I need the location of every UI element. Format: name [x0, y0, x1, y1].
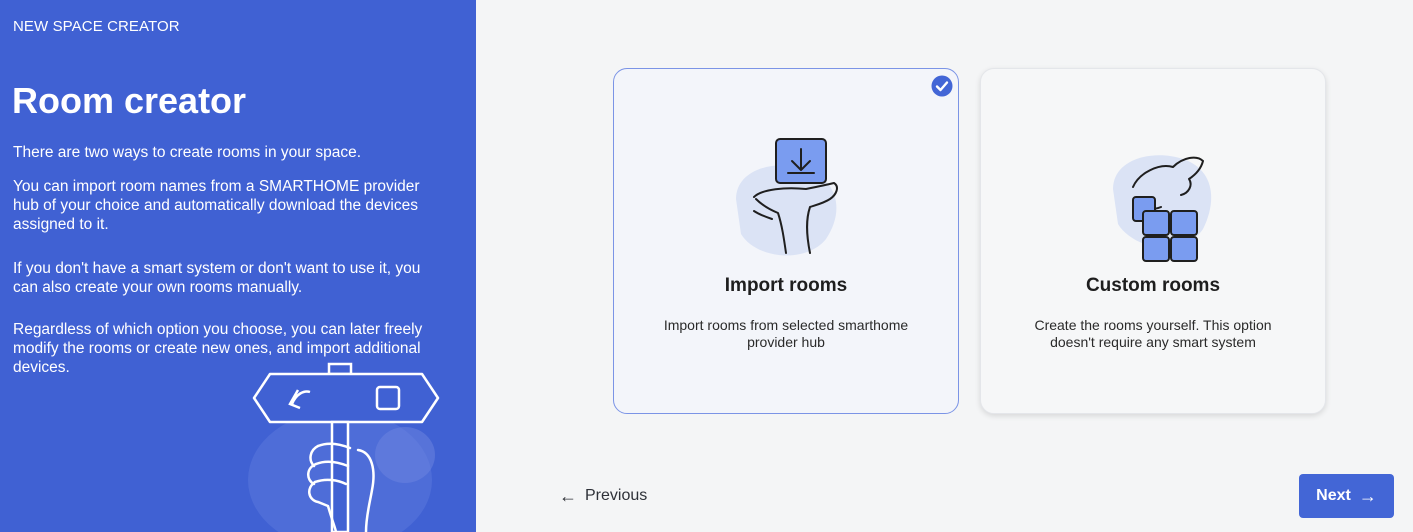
next-button[interactable]: Next → — [1299, 474, 1394, 518]
option-description: Import rooms from selected smarthome pro… — [663, 317, 909, 350]
next-button-label: Next — [1316, 487, 1351, 504]
sidebar-panel: NEW SPACE CREATOR Room creator There are… — [0, 0, 476, 532]
intro-paragraph-3: If you don't have a smart system or don'… — [13, 260, 421, 296]
hand-blocks-icon — [1113, 155, 1212, 262]
previous-button[interactable]: ← Previous — [559, 484, 647, 508]
selected-check-icon — [931, 75, 953, 97]
intro-paragraph-1: There are two ways to create rooms in yo… — [13, 144, 362, 161]
hand-download-icon — [736, 138, 838, 256]
option-description: Create the rooms yourself. This option d… — [1034, 317, 1272, 350]
intro-paragraph-2: You can import room names from a SMARTHO… — [13, 178, 420, 233]
page-title: Room creator — [12, 80, 247, 121]
import-rooms-option[interactable]: Import rooms Import rooms from selected … — [613, 68, 959, 414]
custom-rooms-option[interactable]: Custom rooms Create the rooms yourself. … — [980, 68, 1326, 414]
arrow-left-icon: ← — [559, 486, 577, 506]
option-title: Import rooms — [724, 275, 848, 296]
main-content: Import rooms Import rooms from selected … — [476, 0, 1413, 532]
option-title: Custom rooms — [1085, 275, 1221, 296]
signpost-hand-icon — [248, 362, 440, 532]
arrow-right-icon: → — [1358, 486, 1377, 506]
previous-button-label: Previous — [585, 487, 648, 504]
wizard-label: NEW SPACE CREATOR — [13, 18, 180, 35]
